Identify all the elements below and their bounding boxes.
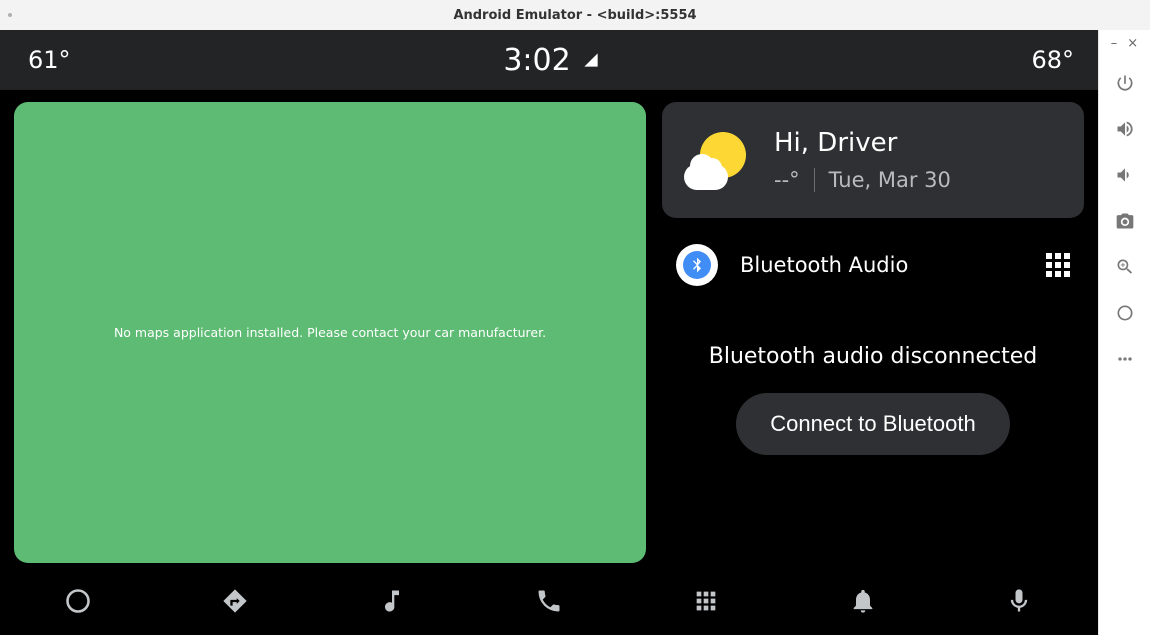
nav-voice[interactable] bbox=[999, 581, 1039, 621]
window-title: Android Emulator - <build>:5554 bbox=[453, 8, 696, 23]
nav-apps[interactable] bbox=[686, 581, 726, 621]
bluetooth-icon bbox=[676, 244, 718, 286]
content-area: No maps application installed. Please co… bbox=[0, 90, 1098, 567]
status-center: 3:02 bbox=[503, 43, 598, 78]
body-row: 61° 3:02 68° No maps application install… bbox=[0, 30, 1150, 635]
bluetooth-header-left: Bluetooth Audio bbox=[676, 244, 908, 286]
power-button[interactable] bbox=[1109, 67, 1141, 99]
back-button[interactable] bbox=[1109, 297, 1141, 329]
nav-music[interactable] bbox=[372, 581, 412, 621]
separator bbox=[814, 168, 815, 192]
hvac-left-temp[interactable]: 61° bbox=[28, 46, 71, 74]
greeting-date: Tue, Mar 30 bbox=[829, 168, 951, 192]
maps-message: No maps application installed. Please co… bbox=[114, 325, 546, 340]
app-switcher-icon[interactable] bbox=[1046, 253, 1070, 277]
status-bar: 61° 3:02 68° bbox=[0, 30, 1098, 90]
bluetooth-header: Bluetooth Audio bbox=[672, 240, 1074, 286]
bluetooth-card: Bluetooth Audio Bluetooth audio disconne… bbox=[662, 232, 1084, 563]
bottom-nav bbox=[0, 567, 1098, 635]
bluetooth-status-message: Bluetooth audio disconnected bbox=[672, 286, 1074, 393]
volume-down-button[interactable] bbox=[1109, 159, 1141, 191]
window-minimize-button[interactable]: – bbox=[1111, 36, 1118, 51]
greeting-subtext: --° Tue, Mar 30 bbox=[774, 168, 951, 192]
greeting-text: Hi, Driver bbox=[774, 128, 951, 158]
emulator-window: Android Emulator - <build>:5554 61° 3:02… bbox=[0, 0, 1150, 635]
driver-text: Hi, Driver --° Tue, Mar 30 bbox=[774, 128, 951, 192]
volume-up-button[interactable] bbox=[1109, 113, 1141, 145]
weather-icon bbox=[690, 132, 746, 188]
maps-card[interactable]: No maps application installed. Please co… bbox=[14, 102, 646, 563]
nav-notifications[interactable] bbox=[843, 581, 883, 621]
titlebar-menu-dot[interactable] bbox=[8, 13, 12, 17]
right-column: Hi, Driver --° Tue, Mar 30 bbox=[662, 102, 1084, 563]
zoom-button[interactable] bbox=[1109, 251, 1141, 283]
driver-greeting-card[interactable]: Hi, Driver --° Tue, Mar 30 bbox=[662, 102, 1084, 218]
titlebar[interactable]: Android Emulator - <build>:5554 bbox=[0, 0, 1150, 30]
nav-home[interactable] bbox=[58, 581, 98, 621]
bluetooth-title: Bluetooth Audio bbox=[740, 253, 908, 277]
window-close-button[interactable]: × bbox=[1127, 36, 1138, 51]
nav-directions[interactable] bbox=[215, 581, 255, 621]
signal-icon bbox=[583, 52, 599, 68]
clock: 3:02 bbox=[503, 43, 570, 78]
screenshot-button[interactable] bbox=[1109, 205, 1141, 237]
hvac-right-temp[interactable]: 68° bbox=[1031, 46, 1074, 74]
emulator-toolbar: – × bbox=[1098, 30, 1150, 635]
emulator-screen: 61° 3:02 68° No maps application install… bbox=[0, 30, 1098, 635]
greeting-temp: --° bbox=[774, 168, 800, 192]
connect-bluetooth-button[interactable]: Connect to Bluetooth bbox=[736, 393, 1009, 455]
more-options-button[interactable] bbox=[1109, 343, 1141, 375]
nav-phone[interactable] bbox=[529, 581, 569, 621]
